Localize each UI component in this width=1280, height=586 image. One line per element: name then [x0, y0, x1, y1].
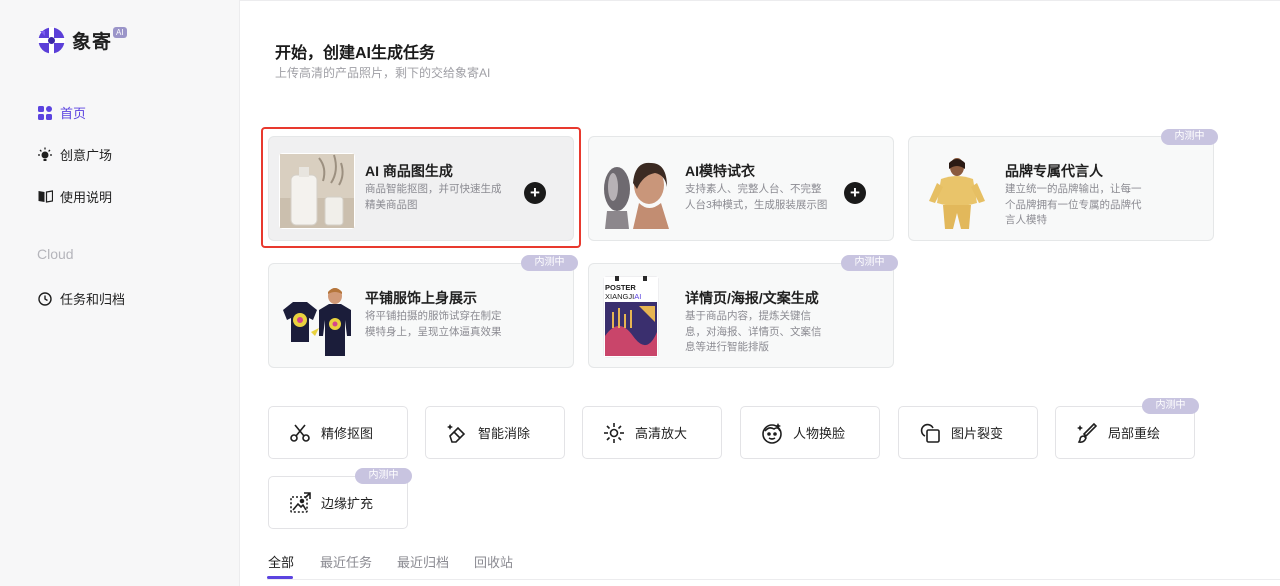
- card-description: 商品智能抠图，并可快速生成精美商品图: [365, 183, 502, 211]
- sidebar-item-creative[interactable]: 创意广场: [37, 145, 112, 164]
- card-description: 基于商品内容，提炼关键信息，对海报、详情页、文案信息等进行智能排版: [685, 310, 822, 353]
- poster-thumbnail: POSTER XIANGJIAI: [603, 276, 659, 358]
- eraser-icon: [446, 422, 468, 444]
- page-subtitle: 上传高清的产品照片，剩下的交给象寄AI: [275, 66, 491, 80]
- tool-label: 人物换脸: [793, 426, 846, 441]
- sidebar-item-label: 使用说明: [60, 190, 113, 205]
- sidebar-item-label: 创意广场: [60, 148, 113, 163]
- ambassador-photo-thumbnail: [919, 153, 995, 229]
- tab-recycle-bin[interactable]: 回收站: [474, 552, 513, 571]
- tool-hd-upscale[interactable]: 高清放大: [582, 406, 722, 459]
- tool-label: 图片裂变: [951, 426, 1004, 441]
- beta-badge: 内测中: [1142, 398, 1199, 414]
- beta-badge: 内测中: [1161, 129, 1218, 145]
- card-description: 将平铺拍摄的服饰试穿在制定模特身上，呈现立体逼真效果: [365, 310, 502, 338]
- logo[interactable]: 象寄 AI: [38, 27, 127, 54]
- main-content: 开始，创建AI生成任务 上传高清的产品照片，剩下的交给象寄AI AI 商品图生成…: [240, 0, 1280, 586]
- tool-smart-erase[interactable]: 智能消除: [425, 406, 565, 459]
- scissors-icon: [289, 422, 311, 444]
- sidebar-item-label: 首页: [60, 106, 87, 121]
- poster-brand-accent: AI: [634, 292, 642, 301]
- copy-icon: [919, 422, 941, 444]
- card-title: AI 商品图生成: [365, 163, 453, 179]
- card-brand-ambassador[interactable]: 品牌专属代言人 建立统一的品牌输出，让每一个品牌拥有一位专属的品牌代言人模特: [908, 136, 1214, 241]
- sidebar-item-label: 任务和归档: [60, 292, 126, 307]
- logo-badge: AI: [113, 27, 127, 38]
- beta-badge: 内测中: [355, 468, 412, 484]
- cloud-section-label: Cloud: [37, 246, 74, 262]
- beta-badge: 内测中: [841, 255, 898, 271]
- card-description: 支持素人、完整人台、不完整人台3种模式，生成服装展示图: [685, 183, 828, 211]
- face-icon: [761, 422, 783, 444]
- grid-icon: [37, 105, 53, 121]
- tool-label: 高清放大: [635, 426, 688, 441]
- card-product-image-generation[interactable]: AI 商品图生成 商品智能抠图，并可快速生成精美商品图 +: [268, 136, 574, 241]
- card-detail-poster-copy[interactable]: POSTER XIANGJIAI 详情页/海报/文案生成 基于商品内容，提炼关键…: [588, 263, 894, 368]
- bulb-icon: [37, 147, 53, 163]
- brush-icon: [1076, 422, 1098, 444]
- book-icon: [37, 189, 53, 205]
- beta-badge: 内测中: [521, 255, 578, 271]
- sidebar-item-home[interactable]: 首页: [37, 103, 86, 122]
- flat-lay-photo-thumbnail: [279, 280, 355, 356]
- card-description: 建立统一的品牌输出，让每一个品牌拥有一位专属的品牌代言人模特: [1005, 183, 1142, 226]
- sidebar: 象寄 AI 首页 创意广场 使用说明 Cloud 任务和归档: [0, 0, 240, 586]
- add-icon[interactable]: +: [524, 182, 546, 204]
- tool-label: 精修抠图: [321, 426, 374, 441]
- card-flat-lay-try-on[interactable]: 平铺服饰上身展示 将平铺拍摄的服饰试穿在制定模特身上，呈现立体逼真效果: [268, 263, 574, 368]
- active-tab-indicator: [267, 576, 293, 579]
- tool-precise-cutout[interactable]: 精修抠图: [268, 406, 408, 459]
- logo-text: 象寄: [72, 32, 113, 53]
- tool-label: 智能消除: [478, 426, 531, 441]
- tab-recent-tasks[interactable]: 最近任务: [320, 552, 372, 571]
- poster-title-text: POSTER: [605, 283, 636, 292]
- tool-label: 边缘扩充: [321, 496, 374, 511]
- tool-label: 局部重绘: [1108, 426, 1161, 441]
- card-title: 平铺服饰上身展示: [365, 290, 477, 306]
- add-icon[interactable]: +: [844, 182, 866, 204]
- logo-icon: [38, 27, 65, 54]
- clock-icon: [37, 291, 53, 307]
- poster-brand-text: XIANGJIAI: [605, 292, 641, 301]
- sidebar-item-tasks[interactable]: 任务和归档: [37, 289, 125, 308]
- card-title: 品牌专属代言人: [1005, 163, 1103, 179]
- product-photo-thumbnail: [279, 153, 355, 229]
- card-ai-model-try-on[interactable]: AI模特试衣 支持素人、完整人台、不完整人台3种模式，生成服装展示图 +: [588, 136, 894, 241]
- expand-image-icon: [289, 491, 311, 514]
- card-title: 详情页/海报/文案生成: [685, 290, 819, 306]
- app-root: 象寄 AI 首页 创意广场 使用说明 Cloud 任务和归档 开始，创建AI生成…: [0, 0, 1280, 586]
- sparkle-icon: [603, 422, 625, 444]
- tab-recent-archive[interactable]: 最近归档: [397, 552, 449, 571]
- sidebar-item-guide[interactable]: 使用说明: [37, 187, 112, 206]
- model-photo-thumbnail: [599, 153, 675, 229]
- page-title: 开始，创建AI生成任务: [275, 45, 436, 62]
- poster-brand-name: XIANGJI: [605, 292, 635, 301]
- card-title: AI模特试衣: [685, 163, 755, 179]
- tab-all[interactable]: 全部: [268, 552, 294, 571]
- tool-face-swap[interactable]: 人物换脸: [740, 406, 880, 459]
- tabs-divider: [267, 579, 1280, 580]
- top-divider: [240, 0, 1280, 1]
- tool-image-variation[interactable]: 图片裂变: [898, 406, 1038, 459]
